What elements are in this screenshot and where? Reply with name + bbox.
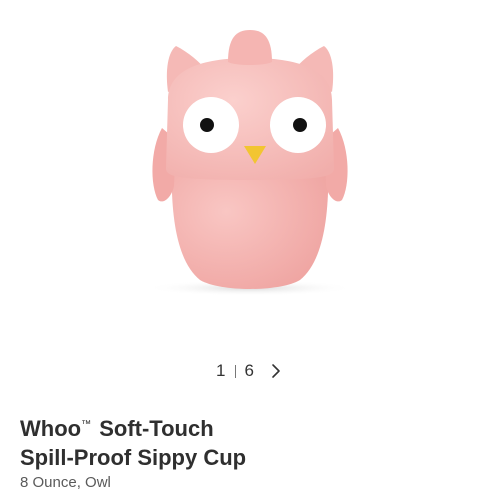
product-variant: 8 Ounce, Owl [20, 474, 111, 491]
trademark-mark: ™ [81, 419, 92, 430]
product-title-line1: Whoo™ Soft-Touch [20, 410, 480, 443]
pager-divider [234, 364, 236, 378]
pager-current: 1 [216, 361, 226, 380]
chevron-right-icon[interactable] [268, 363, 284, 379]
product-page: 1 6 Whoo™ Soft-Touch Spill-Proof Sippy C… [0, 0, 500, 500]
owl-cup-illustration [145, 30, 355, 296]
product-title: Whoo™ Soft-Touch Spill-Proof Sippy Cup [20, 410, 480, 472]
pager-total: 6 [244, 361, 254, 380]
cup-spout [228, 30, 272, 65]
image-pager: 1 6 [0, 358, 500, 384]
product-title-rest: Soft-Touch [99, 416, 214, 441]
left-pupil [200, 118, 214, 132]
product-brand: Whoo [20, 416, 82, 441]
right-pupil [293, 118, 307, 132]
product-title-line2: Spill-Proof Sippy Cup [20, 445, 247, 470]
product-image[interactable] [0, 0, 500, 345]
